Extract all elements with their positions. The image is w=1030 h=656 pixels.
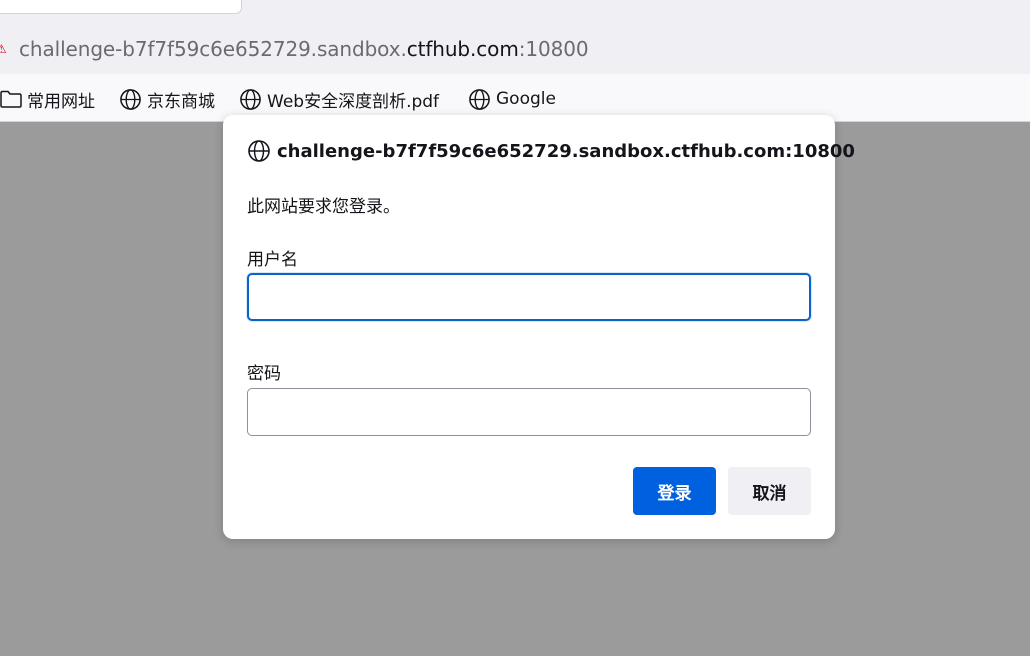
bookmark-folder-common[interactable]: 常用网址 <box>0 87 95 112</box>
active-tab[interactable] <box>0 0 242 14</box>
globe-icon <box>120 88 141 110</box>
globe-icon <box>240 88 261 110</box>
url-bar[interactable]: ⚠ challenge-b7f7f59c6e652729.sandbox.ctf… <box>0 26 1030 72</box>
navigation-bar: ⚠ challenge-b7f7f59c6e652729.sandbox.ctf… <box>0 20 1030 74</box>
url-text[interactable]: challenge-b7f7f59c6e652729.sandbox.ctfhu… <box>19 36 589 62</box>
password-label: 密码 <box>247 364 281 384</box>
dialog-host: challenge-b7f7f59c6e652729.sandbox.ctfhu… <box>277 140 855 162</box>
bookmark-label: Google <box>496 89 556 109</box>
url-domain: ctfhub.com <box>406 37 519 61</box>
login-button[interactable]: 登录 <box>633 467 716 515</box>
auth-dialog: challenge-b7f7f59c6e652729.sandbox.ctfhu… <box>223 115 855 539</box>
bookmark-web-security-pdf[interactable]: Web安全深度剖析.pdf <box>239 87 440 112</box>
url-port: :10800 <box>518 37 589 61</box>
password-input[interactable] <box>247 388 811 436</box>
tab-strip <box>0 0 1030 20</box>
username-input[interactable] <box>247 273 811 321</box>
cancel-button[interactable]: 取消 <box>728 467 811 515</box>
bookmark-jd[interactable]: 京东商城 <box>119 87 215 112</box>
globe-icon <box>248 140 270 162</box>
url-prefix: challenge-b7f7f59c6e652729.sandbox. <box>19 37 407 61</box>
bookmark-label: 京东商城 <box>147 91 215 112</box>
bookmark-google[interactable]: Google <box>468 87 556 111</box>
username-label: 用户名 <box>247 250 298 270</box>
globe-icon <box>469 88 490 110</box>
dialog-message: 此网站要求您登录。 <box>247 197 400 217</box>
folder-icon <box>0 90 22 108</box>
bookmark-label: Web安全深度剖析.pdf <box>267 91 440 112</box>
bookmark-label: 常用网址 <box>27 91 95 112</box>
dialog-header: challenge-b7f7f59c6e652729.sandbox.ctfhu… <box>247 139 855 163</box>
insecure-connection-icon[interactable]: ⚠ <box>0 42 7 56</box>
